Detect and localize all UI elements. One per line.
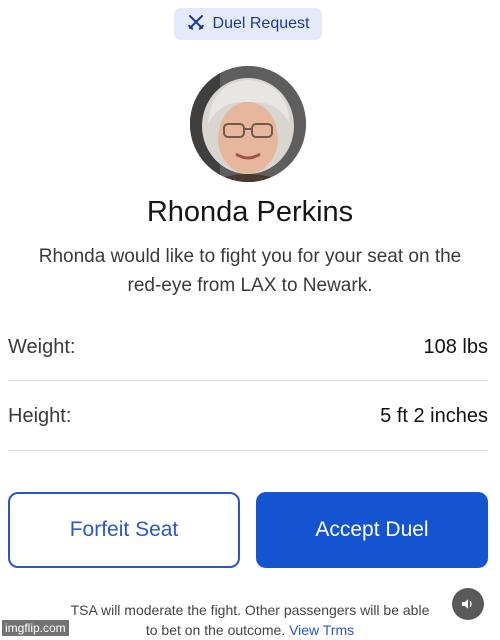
duel-request-badge: Duel Request: [174, 8, 322, 40]
view-terms-link[interactable]: View Trms: [289, 622, 354, 638]
profile-name: Rhonda Perkins: [146, 196, 354, 228]
stat-label: Weight:: [8, 335, 76, 358]
stat-value: 5 ft 2 inches: [380, 404, 488, 427]
stat-row-height: Height: 5 ft 2 inches: [8, 401, 488, 431]
duel-message: Rhonda would like to fight you for your …: [38, 246, 462, 296]
divider: [8, 450, 488, 451]
divider: [8, 380, 488, 381]
footer-text: TSA will moderate the fight. Other passe…: [70, 602, 430, 638]
speaker-icon[interactable]: [452, 588, 484, 620]
accept-duel-button[interactable]: Accept Duel: [256, 492, 488, 568]
avatar: [190, 66, 306, 182]
stat-label: Height:: [8, 404, 72, 427]
badge-label: Duel Request: [212, 15, 310, 32]
forfeit-seat-button[interactable]: Forfeit Seat: [8, 492, 240, 568]
stat-row-weight: Weight: 108 lbs: [8, 332, 488, 362]
crossed-swords-icon: [187, 13, 205, 36]
watermark: imgflip.com: [2, 620, 69, 636]
stat-value: 108 lbs: [423, 335, 489, 358]
footer-note: TSA will moderate the fight. Other passe…: [70, 600, 430, 640]
